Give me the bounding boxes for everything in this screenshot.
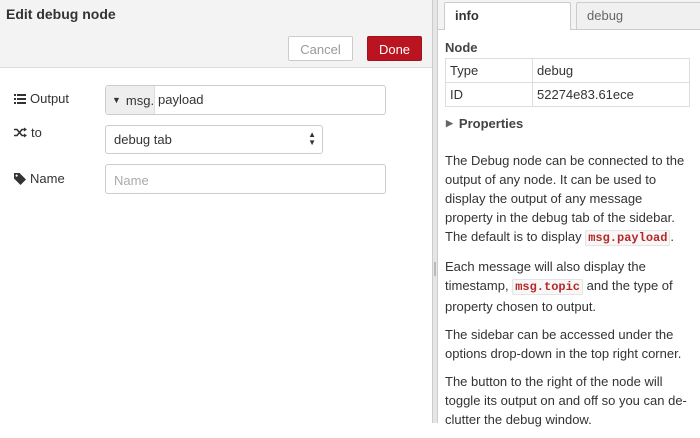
table-value: debug — [532, 58, 690, 83]
output-label-text: Output — [30, 91, 70, 106]
editor-title: Edit debug node — [6, 6, 116, 22]
caret-down-icon: ▼ — [112, 95, 121, 105]
name-label: Name — [14, 171, 65, 186]
table-key: Type — [445, 58, 533, 83]
to-label-text: to — [31, 125, 42, 140]
node-help-text: The Debug node can be connected to the o… — [445, 151, 690, 438]
resize-grip — [434, 262, 436, 276]
table-key: ID — [445, 82, 533, 107]
help-text: . — [670, 229, 675, 244]
help-paragraph: Each message will also display the times… — [445, 257, 690, 316]
list-icon — [14, 93, 26, 104]
to-label: to — [14, 125, 42, 140]
editor-header: Edit debug node — [0, 0, 432, 31]
help-paragraph: The Debug node can be connected to the o… — [445, 151, 690, 248]
done-button[interactable]: Done — [367, 36, 422, 61]
node-heading: Node — [445, 40, 478, 55]
tab-debug[interactable]: debug — [576, 2, 700, 29]
tag-icon — [14, 172, 26, 185]
output-type-selector[interactable]: ▼ msg. — [106, 86, 155, 114]
shuffle-icon — [14, 127, 27, 138]
to-selected-value: debug tab — [114, 132, 172, 147]
sidebar-tabbar: info debug — [438, 0, 700, 30]
name-input[interactable] — [112, 172, 376, 189]
to-select[interactable]: debug tab ▲ ▼ — [105, 125, 323, 154]
output-type-prefix: msg. — [125, 92, 155, 108]
cancel-button[interactable]: Cancel — [288, 36, 353, 61]
name-label-text: Name — [30, 171, 65, 186]
properties-toggle[interactable]: ▶ Properties — [446, 116, 523, 131]
editor-toolbar: Cancel Done — [0, 30, 432, 68]
sidebar: info debug Node Type debug ID 52274e83.6… — [438, 0, 700, 427]
node-info-table: Type debug ID 52274e83.61ece — [445, 58, 690, 107]
output-property-input[interactable]: ▼ msg. payload — [105, 85, 386, 115]
table-row: ID 52274e83.61ece — [445, 82, 690, 107]
code-msg-payload: msg.payload — [585, 230, 671, 246]
select-arrows-icon: ▲ ▼ — [308, 130, 316, 147]
table-row: Type debug — [445, 58, 690, 83]
caret-right-icon: ▶ — [446, 118, 453, 128]
output-label: Output — [14, 91, 69, 106]
help-paragraph: The sidebar can be accessed under the op… — [445, 327, 682, 361]
properties-label: Properties — [458, 116, 524, 131]
tab-info[interactable]: info — [444, 2, 571, 30]
table-value: 52274e83.61ece — [532, 82, 690, 107]
output-value: payload — [158, 92, 204, 107]
name-field[interactable] — [105, 164, 386, 194]
help-paragraph: The button to the right of the node will… — [445, 374, 687, 427]
code-msg-topic: msg.topic — [512, 279, 583, 295]
edit-node-panel: Edit debug node Cancel Done Output ▼ msg… — [0, 0, 432, 423]
